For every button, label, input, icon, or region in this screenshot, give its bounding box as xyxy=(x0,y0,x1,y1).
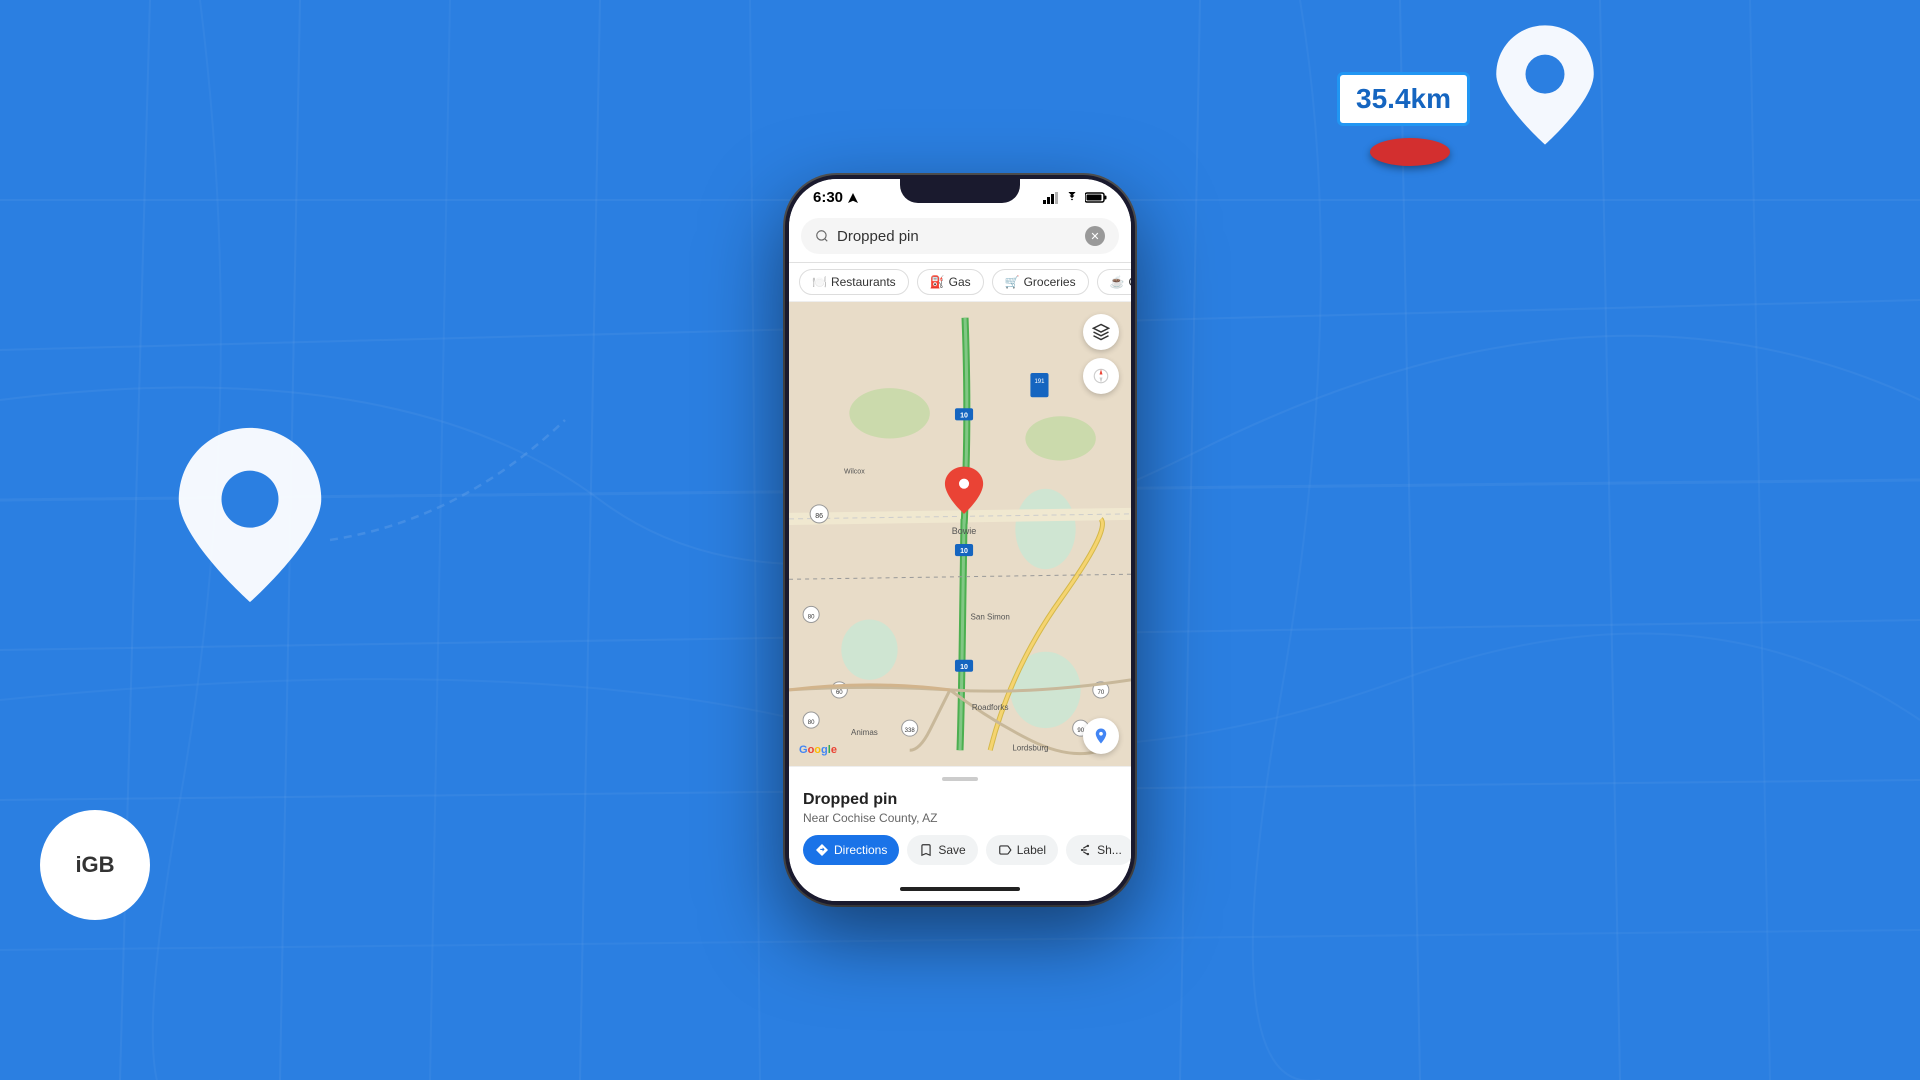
restaurants-icon: 🍽️ xyxy=(812,275,827,289)
sheet-actions: Directions Save Label xyxy=(803,835,1117,865)
share-icon xyxy=(1078,843,1092,857)
category-groceries[interactable]: 🛒 Groceries xyxy=(992,269,1089,295)
phone-notch xyxy=(900,175,1020,203)
sheet-handle xyxy=(942,777,978,781)
status-icons xyxy=(1043,192,1107,204)
gas-label: Gas xyxy=(949,275,971,289)
compass-button[interactable] xyxy=(1083,358,1119,394)
home-indicator xyxy=(789,877,1131,901)
svg-text:Wilcox: Wilcox xyxy=(844,469,865,476)
save-icon xyxy=(919,843,933,857)
directions-icon xyxy=(815,843,829,857)
phone-device: 6:30 xyxy=(785,175,1135,905)
label-button[interactable]: Label xyxy=(986,835,1058,865)
svg-text:10: 10 xyxy=(960,412,968,419)
category-restaurants[interactable]: 🍽️ Restaurants xyxy=(799,269,909,295)
svg-text:10: 10 xyxy=(960,548,968,555)
bottom-sheet: Dropped pin Near Cochise County, AZ Dire… xyxy=(789,766,1131,877)
svg-text:10: 10 xyxy=(960,664,968,671)
svg-text:Animas: Animas xyxy=(851,728,878,737)
location-arrow-icon xyxy=(847,192,859,204)
phone-screen: 6:30 xyxy=(789,179,1131,901)
igb-logo-text: iGB xyxy=(75,852,114,878)
map-svg: 10 10 10 86 80 80 60 xyxy=(789,302,1131,766)
igb-logo: iGB xyxy=(40,810,150,920)
groceries-label: Groceries xyxy=(1024,275,1076,289)
label-label: Label xyxy=(1017,843,1046,857)
home-bar xyxy=(900,887,1020,891)
pin-title: Dropped pin xyxy=(803,791,1117,809)
layers-button[interactable] xyxy=(1083,314,1119,350)
status-time: 6:30 xyxy=(813,189,859,206)
gas-icon: ⛽ xyxy=(930,275,945,289)
google-watermark: Google xyxy=(799,744,837,756)
search-bar[interactable]: Dropped pin ✕ xyxy=(789,210,1131,263)
my-location-icon xyxy=(1092,727,1110,745)
signal-icon xyxy=(1043,192,1059,204)
large-pin-right-icon xyxy=(1490,20,1600,150)
svg-text:191: 191 xyxy=(1034,379,1045,385)
coffee-label: Coffee xyxy=(1129,275,1131,289)
category-coffee[interactable]: ☕ Coffee xyxy=(1097,269,1131,295)
search-clear-button[interactable]: ✕ xyxy=(1085,226,1105,246)
svg-text:San Simon: San Simon xyxy=(971,613,1010,622)
search-icon xyxy=(815,229,829,243)
svg-text:80: 80 xyxy=(808,720,815,726)
svg-text:80: 80 xyxy=(808,614,815,620)
share-button[interactable]: Sh... xyxy=(1066,835,1131,865)
svg-text:86: 86 xyxy=(815,513,823,520)
distance-value: 35.4km xyxy=(1356,83,1451,115)
pin-subtitle: Near Cochise County, AZ xyxy=(803,811,1117,825)
my-location-button[interactable] xyxy=(1083,718,1119,754)
svg-text:60: 60 xyxy=(836,690,843,696)
svg-text:Roadforks: Roadforks xyxy=(972,703,1009,712)
category-gas[interactable]: ⛽ Gas xyxy=(917,269,984,295)
map-area[interactable]: 10 10 10 86 80 80 60 xyxy=(789,302,1131,766)
wifi-icon xyxy=(1065,192,1079,203)
svg-text:Bowie: Bowie xyxy=(952,526,977,536)
save-label: Save xyxy=(938,843,965,857)
share-label: Sh... xyxy=(1097,843,1122,857)
directions-button[interactable]: Directions xyxy=(803,835,899,865)
battery-icon xyxy=(1085,192,1107,203)
coffee-icon: ☕ xyxy=(1110,275,1125,289)
distance-badge: 35.4km xyxy=(1337,72,1470,126)
save-button[interactable]: Save xyxy=(907,835,977,865)
compass-icon xyxy=(1092,367,1110,385)
groceries-icon: 🛒 xyxy=(1005,275,1020,289)
red-oval-decoration xyxy=(1370,138,1450,166)
category-bar: 🍽️ Restaurants ⛽ Gas 🛒 Groceries ☕ Coffe… xyxy=(789,263,1131,302)
svg-text:338: 338 xyxy=(905,728,916,734)
svg-text:Lordsburg: Lordsburg xyxy=(1012,743,1048,752)
directions-label: Directions xyxy=(834,843,887,857)
layers-icon xyxy=(1092,323,1110,341)
search-input-wrap[interactable]: Dropped pin ✕ xyxy=(801,218,1119,254)
label-icon xyxy=(998,843,1012,857)
large-pin-left-icon xyxy=(170,420,330,610)
svg-text:70: 70 xyxy=(1097,690,1104,696)
phone-body: 6:30 xyxy=(785,175,1135,905)
map-controls xyxy=(1083,314,1119,394)
restaurants-label: Restaurants xyxy=(831,275,896,289)
search-text: Dropped pin xyxy=(837,228,1077,245)
